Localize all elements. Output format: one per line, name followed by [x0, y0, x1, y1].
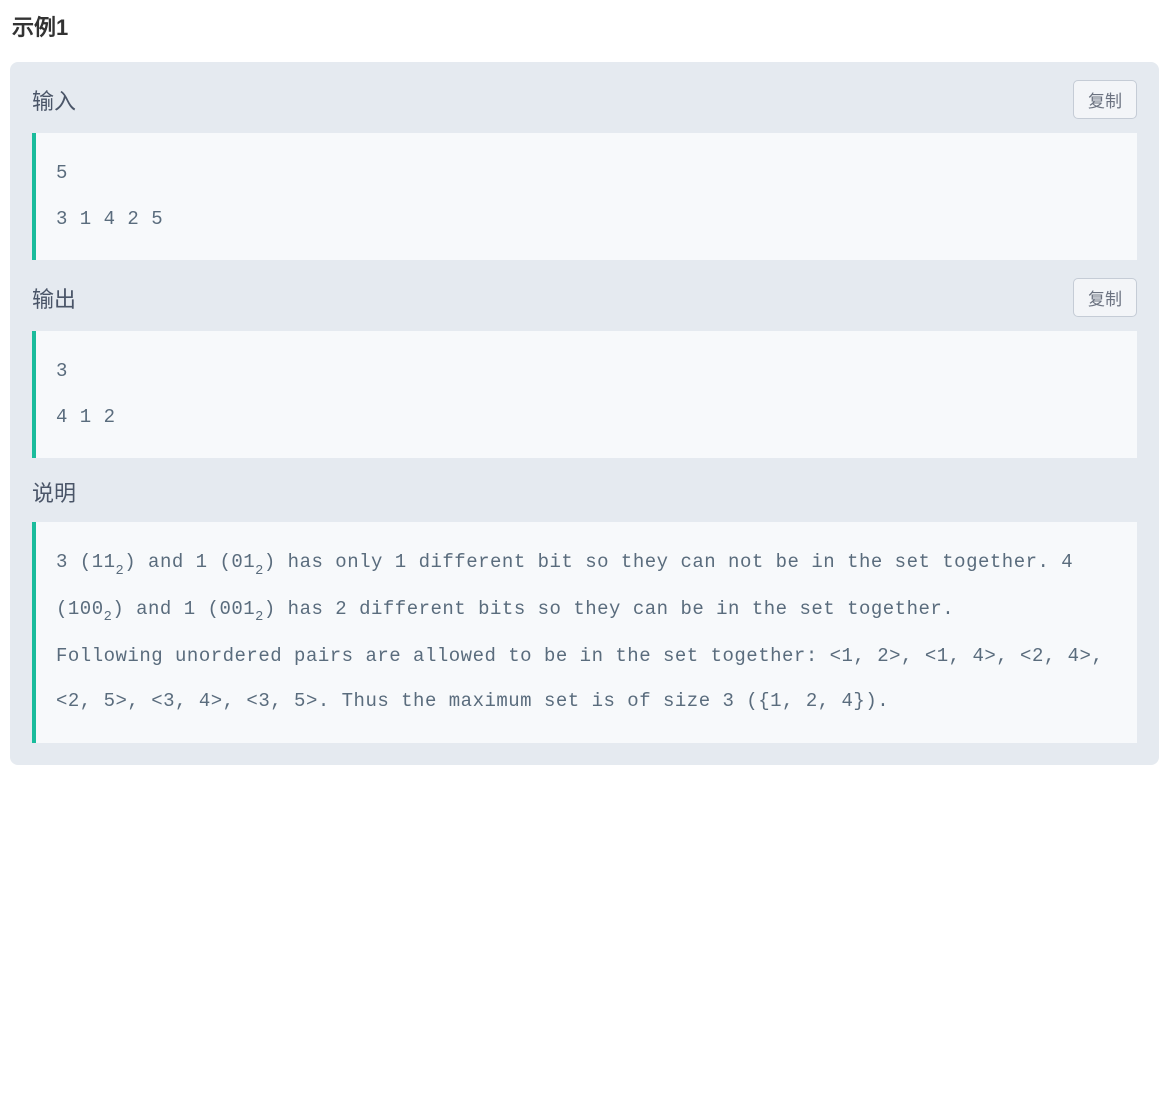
explanation-label: 说明 — [32, 476, 76, 508]
output-label: 输出 — [32, 282, 76, 314]
example-title: 示例1 — [10, 10, 1159, 42]
input-section: 输入 复制 5 3 1 4 2 5 — [32, 80, 1137, 260]
explanation-header: 说明 — [32, 476, 1137, 508]
input-header: 输入 复制 — [32, 80, 1137, 119]
input-content: 5 3 1 4 2 5 — [32, 133, 1137, 260]
example-card: 输入 复制 5 3 1 4 2 5 输出 复制 3 4 1 2 说明 3 (11… — [10, 62, 1159, 765]
output-header: 输出 复制 — [32, 278, 1137, 317]
output-section: 输出 复制 3 4 1 2 — [32, 278, 1137, 458]
output-content: 3 4 1 2 — [32, 331, 1137, 458]
copy-output-button[interactable]: 复制 — [1073, 278, 1137, 317]
explanation-paragraph: 3 (112) and 1 (012) has only 1 different… — [56, 540, 1117, 633]
copy-input-button[interactable]: 复制 — [1073, 80, 1137, 119]
explanation-section: 说明 3 (112) and 1 (012) has only 1 differ… — [32, 476, 1137, 742]
explanation-content: 3 (112) and 1 (012) has only 1 different… — [32, 522, 1137, 742]
explanation-paragraph: Following unordered pairs are allowed to… — [56, 634, 1117, 725]
input-label: 输入 — [32, 84, 76, 116]
